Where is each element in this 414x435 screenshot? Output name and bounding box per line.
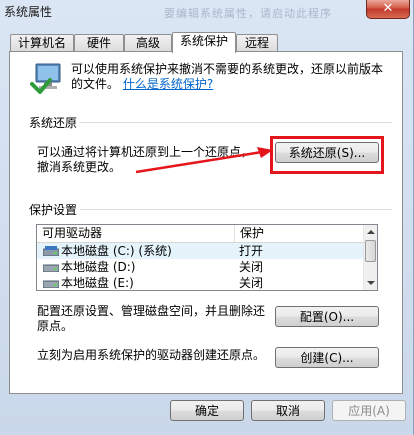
system-restore-button[interactable]: 系统还原(S)... xyxy=(275,142,379,163)
system-properties-window: 系统属性 要编辑系统属性，请启动此程序 ✕ 计算机名 硬件 高级 系统保护 远程… xyxy=(0,0,414,435)
ok-button[interactable]: 确定 xyxy=(170,400,244,421)
tab-system-protection[interactable]: 系统保护 xyxy=(172,32,236,53)
column-header-available-drives[interactable]: 可用驱动器 xyxy=(37,225,235,242)
hard-drive-icon xyxy=(43,264,59,272)
drive-protection-status: 关闭 xyxy=(239,276,264,290)
intro-text: 可以使用系统保护来撤消不需要的系统更改，还原以前版本的文件。 什么是系统保护? xyxy=(71,62,391,92)
close-icon: ✕ xyxy=(382,1,394,16)
apply-button[interactable]: 应用(A) xyxy=(332,400,406,421)
drive-name: 本地磁盘 (E:) xyxy=(61,276,134,290)
cancel-button[interactable]: 取消 xyxy=(251,400,325,421)
drives-list-header: 可用驱动器 保护 xyxy=(37,225,363,243)
create-description: 立刻为启用系统保护的驱动器创建还原点。 xyxy=(37,348,266,362)
what-is-system-protection-link[interactable]: 什么是系统保护? xyxy=(123,77,213,91)
protection-settings-divider xyxy=(80,209,392,210)
scroll-thumb[interactable] xyxy=(365,240,376,262)
configure-description: 配置还原设置、管理磁盘空间，并且删除还原点。 xyxy=(37,304,266,333)
system-restore-group-label: 系统还原 xyxy=(29,116,78,130)
drive-protection-status: 关闭 xyxy=(239,260,264,274)
tab-panel xyxy=(9,51,403,394)
window-title: 系统属性 xyxy=(4,5,53,19)
column-header-protection[interactable]: 保护 xyxy=(235,225,363,242)
tab-remote[interactable]: 远程 xyxy=(236,34,278,51)
drive-name: 本地磁盘 (C:) (系统) xyxy=(61,244,172,258)
close-button[interactable]: ✕ xyxy=(366,0,410,19)
drive-protection-status: 打开 xyxy=(239,244,264,258)
system-protection-icon xyxy=(30,63,61,94)
drive-name: 本地磁盘 (D:) xyxy=(61,260,136,274)
protection-settings-group-label: 保护设置 xyxy=(29,203,78,217)
drive-row[interactable]: 本地磁盘 (D:) 关闭 xyxy=(37,259,363,275)
drive-row[interactable]: 本地磁盘 (E:) 关闭 xyxy=(37,275,363,290)
tab-hardware[interactable]: 硬件 xyxy=(74,34,124,51)
annotation-arrow xyxy=(135,147,273,174)
tab-computer-name[interactable]: 计算机名 xyxy=(10,34,74,51)
drive-row[interactable]: 本地磁盘 (C:) (系统) 打开 xyxy=(37,243,363,259)
tab-advanced[interactable]: 高级 xyxy=(124,34,172,51)
scroll-up-arrow-icon[interactable] xyxy=(367,230,375,234)
intro-description: 可以使用系统保护来撤消不需要的系统更改，还原以前版本的文件。 xyxy=(71,62,384,91)
drives-list[interactable]: 可用驱动器 保护 本地磁盘 (C:) (系统) 打开 本地磁盘 (D:) 关闭 xyxy=(36,224,378,291)
title-ghost-text: 要编辑系统属性，请启动此程序 xyxy=(164,7,332,20)
configure-button[interactable]: 配置(O)... xyxy=(275,306,379,327)
system-restore-divider xyxy=(80,122,392,123)
hard-drive-icon xyxy=(43,280,59,288)
title-bar[interactable]: 系统属性 要编辑系统属性，请启动此程序 ✕ xyxy=(0,0,413,24)
drives-list-scrollbar[interactable] xyxy=(363,225,377,290)
create-button[interactable]: 创建(C)... xyxy=(275,347,379,368)
scroll-down-arrow-icon[interactable] xyxy=(367,281,375,285)
system-drive-icon xyxy=(43,246,59,256)
